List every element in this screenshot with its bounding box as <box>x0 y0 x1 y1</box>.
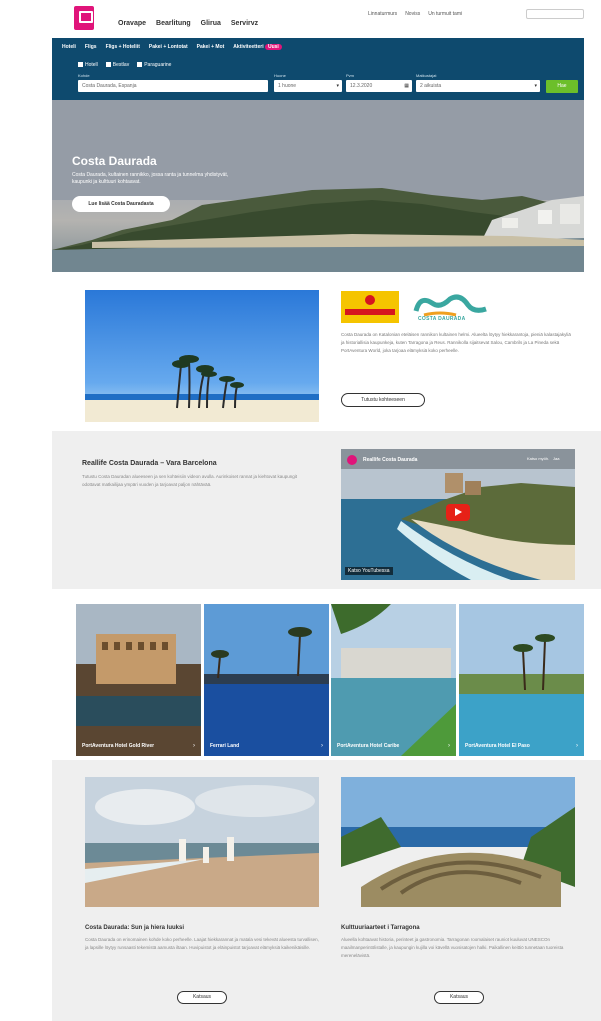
utility-link[interactable]: Un turmuit tami <box>428 11 462 17</box>
chevron-right-icon: › <box>448 743 450 749</box>
option-extra[interactable]: Paraguarine <box>137 62 171 68</box>
intro-text: Costa Daurada on Katalonian eteläisen ra… <box>341 332 571 353</box>
tab-flight-hotel[interactable]: Fligs + Hoteliit <box>106 44 140 50</box>
hotel-card[interactable]: PortAventura Hotel Gold River › <box>76 604 201 756</box>
play-icon[interactable] <box>446 504 470 521</box>
tab-package-car[interactable]: Pakei + Mot <box>197 44 225 50</box>
explore-destination-button[interactable]: Tutustu kohteeseen <box>341 393 425 407</box>
option-bestlav[interactable]: Bestlav <box>105 62 129 68</box>
main-nav: Oravape Bearlitung Glirua Servirvz <box>118 20 258 27</box>
share-button[interactable]: Jaa <box>553 456 559 461</box>
nav-item[interactable]: Oravape <box>118 20 146 27</box>
video-section-title: Reallife Costa Daurada – Vara Barcelona <box>82 460 217 467</box>
chevron-right-icon: › <box>193 743 195 749</box>
utility-link[interactable]: Noviss <box>405 11 420 17</box>
costa-daurada-logo-text: COSTA DAURADA <box>418 316 466 322</box>
hotel-card[interactable]: PortAventura Hotel El Paso › <box>459 604 584 756</box>
rooms-select[interactable]: 1 huone ▾ <box>274 80 342 92</box>
tab-flights[interactable]: Fligs <box>85 44 97 50</box>
watch-on-youtube-button[interactable]: Katso YouTubessa <box>345 567 393 575</box>
brand-logo[interactable] <box>74 6 94 30</box>
checkbox-icon <box>105 62 111 68</box>
card-title: PortAventura Hotel El Paso <box>465 743 530 749</box>
catalunya-logo <box>341 291 399 323</box>
header-search-input[interactable] <box>526 9 584 19</box>
booking-bar: Hoteli Fligs Fligs + Hoteliit Pakei + Lo… <box>52 38 584 100</box>
checkbox-icon <box>137 62 143 68</box>
watch-later-button[interactable]: Katso myöh. <box>527 456 549 461</box>
tarragona-ruins-image <box>341 777 575 907</box>
read-more-button[interactable]: Katsaus <box>434 991 484 1004</box>
hotel-card[interactable]: Ferrari Land › <box>204 604 329 756</box>
date-label: Pvm <box>346 73 354 78</box>
checkbox-icon <box>78 62 83 68</box>
beach-palms-image <box>85 290 319 422</box>
video-channel-name[interactable]: Reallife Costa Daurada <box>363 457 417 463</box>
read-more-button[interactable]: Katsaus <box>177 991 227 1004</box>
nav-item[interactable]: Glirua <box>201 20 221 27</box>
date-field[interactable]: 12.3.2020 ▦ <box>346 80 412 92</box>
tab-hotels[interactable]: Hoteli <box>62 44 76 50</box>
card-title: PortAventura Hotel Gold River <box>82 743 155 749</box>
nav-item[interactable]: Bearlitung <box>156 20 191 27</box>
guests-label: Matkustajat <box>416 73 437 78</box>
channel-avatar-icon[interactable] <box>347 455 357 465</box>
card-title: Ferrari Land <box>210 743 240 749</box>
tab-activities[interactable]: Aktiviteetteri Uusi <box>233 44 282 50</box>
article-text: Costa Daurada on erinomainen kohde koko … <box>85 937 319 950</box>
article-title: Costa Daurada: Sun ja hiera luuksi <box>85 925 185 931</box>
utility-links: Linnaturmurs Noviss Un turmuit tami <box>368 11 462 17</box>
chevron-right-icon: › <box>321 743 323 749</box>
hero-title: Costa Daurada <box>72 154 157 168</box>
hero-subtitle: Costa Daurada, kultainen rannikko, jossa… <box>72 172 229 185</box>
family-beach-image <box>85 777 319 907</box>
card-title: PortAventura Hotel Caribe <box>337 743 400 749</box>
new-badge: Uusi <box>264 44 282 50</box>
booking-options: Hotell Bestlav Paraguarine <box>78 62 171 68</box>
hotel-card[interactable]: PortAventura Hotel Caribe › <box>331 604 456 756</box>
destination-field[interactable]: Costa Daurada, Espanja <box>78 80 268 92</box>
option-hotel[interactable]: Hotell <box>78 62 98 68</box>
tab-package-holiday[interactable]: Pakei + Lontotat <box>149 44 188 50</box>
utility-link[interactable]: Linnaturmurs <box>368 11 397 17</box>
hero-cta-button[interactable]: Lue lisää Costa Dauradasta <box>72 196 170 212</box>
chevron-down-icon: ▾ <box>336 83 339 89</box>
hero-banner: Costa Daurada Costa Daurada, kultainen r… <box>52 100 584 272</box>
search-button[interactable]: Hae <box>546 80 578 93</box>
hero-image <box>52 100 584 272</box>
nav-item[interactable]: Servirvz <box>231 20 258 27</box>
article-text: Alueella kohtaavat historia, perinteet j… <box>341 937 564 958</box>
video-player[interactable]: Reallife Costa Daurada Katso myöh. Jaa K… <box>341 449 575 580</box>
booking-tabs: Hoteli Fligs Fligs + Hoteliit Pakei + Lo… <box>62 44 282 50</box>
guests-select[interactable]: 2 aikuista ▾ <box>416 80 540 92</box>
chevron-right-icon: › <box>576 743 578 749</box>
calendar-icon: ▦ <box>404 83 409 89</box>
chevron-down-icon: ▾ <box>534 83 537 89</box>
destination-label: Kohde <box>78 73 90 78</box>
site-header: Oravape Bearlitung Glirua Servirvz Linna… <box>52 6 592 38</box>
article-title: Kulttuuriaarteet i Tarragona <box>341 925 420 931</box>
rooms-label: Huone <box>274 73 286 78</box>
video-section-text: Tutustu Costa Dauradan alueeseen ja sen … <box>82 474 297 487</box>
